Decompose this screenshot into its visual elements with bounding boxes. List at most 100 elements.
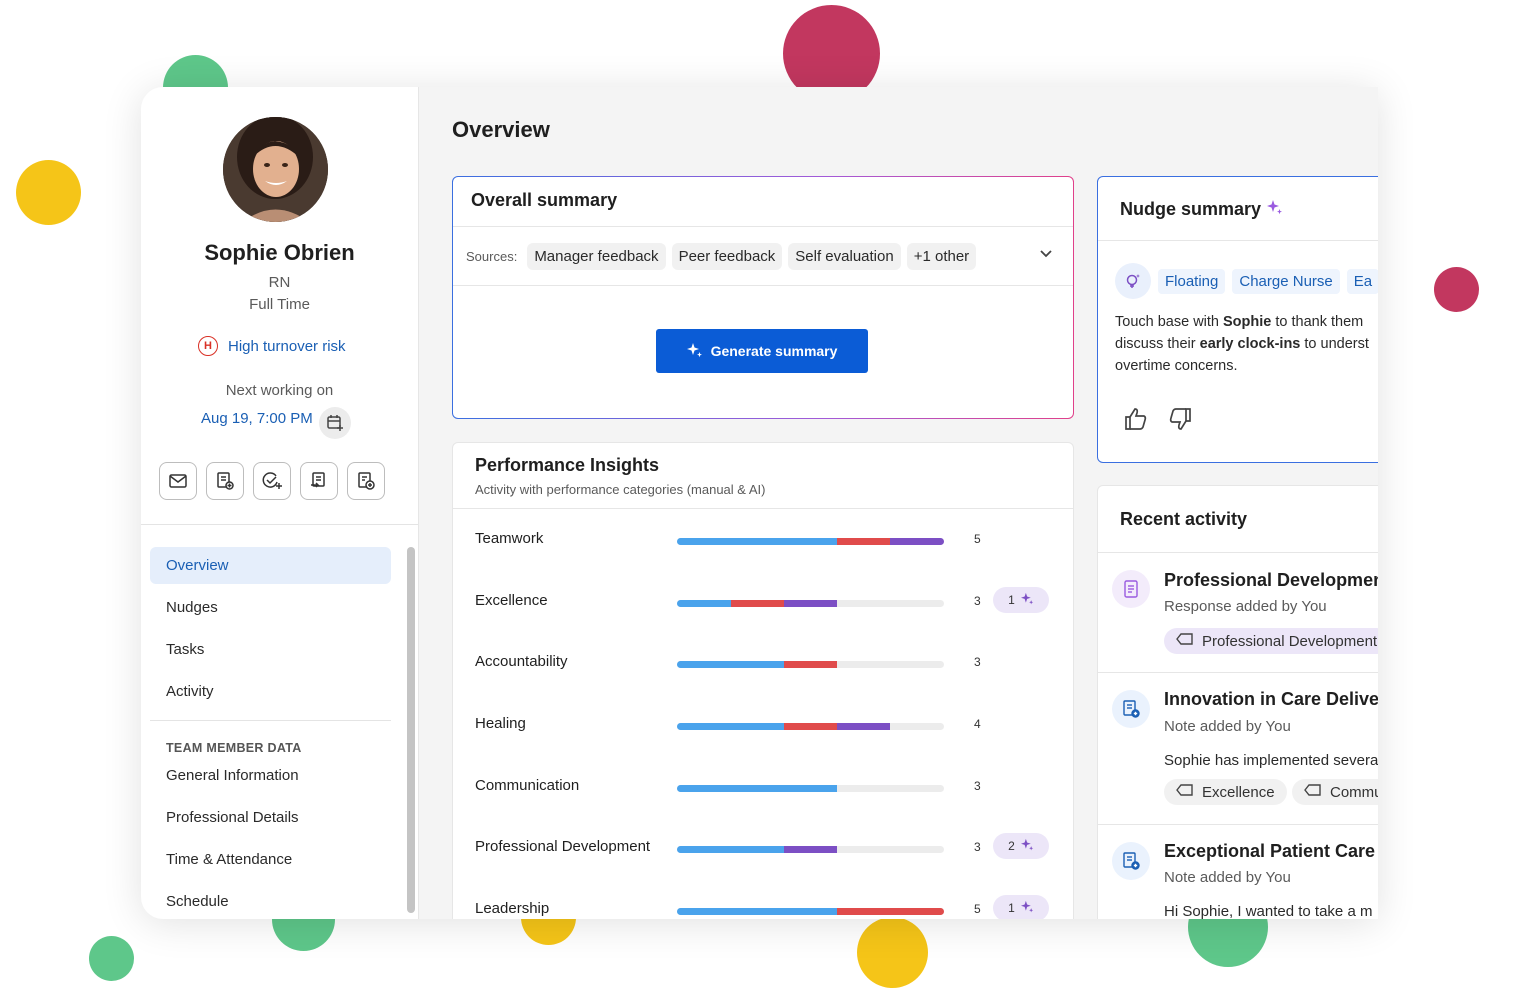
profile-name: Sophie Obrien bbox=[204, 240, 355, 265]
category-label: Professional Development bbox=[475, 838, 651, 855]
activity-meta: Response added by You bbox=[1164, 598, 1327, 615]
ai-count-badge[interactable]: 1 bbox=[993, 587, 1049, 613]
sidebar-scrollbar[interactable] bbox=[407, 547, 415, 913]
chevron-down-icon[interactable] bbox=[1039, 246, 1053, 264]
activity-meta: Note added by You bbox=[1164, 869, 1291, 886]
tag-icon bbox=[1304, 783, 1322, 801]
section-heading: TEAM MEMBER DATA bbox=[166, 741, 302, 755]
document-icon bbox=[1112, 570, 1150, 608]
generate-summary-label: Generate summary bbox=[710, 343, 838, 359]
thumbs-down-icon[interactable] bbox=[1168, 407, 1192, 436]
nav-item-nudges[interactable]: Nudges bbox=[150, 589, 391, 626]
source-chip: Manager feedback bbox=[527, 242, 666, 270]
feedback-buttons bbox=[1124, 407, 1192, 436]
nav-item-schedule[interactable]: Schedule bbox=[150, 891, 391, 919]
next-working-label: Next working on bbox=[225, 382, 334, 399]
nudge-tag[interactable]: Ea bbox=[1346, 268, 1378, 294]
risk-badge-icon: H bbox=[198, 336, 218, 356]
activity-item[interactable]: Exceptional Patient Care Note added by Y… bbox=[1098, 824, 1378, 919]
performance-insights-card: Performance Insights Activity with perfo… bbox=[452, 442, 1074, 919]
nudge-tags: Floating Charge Nurse Ea bbox=[1115, 263, 1378, 299]
thumbs-up-icon[interactable] bbox=[1124, 407, 1148, 436]
category-label: Teamwork bbox=[475, 530, 544, 547]
category-bar bbox=[677, 600, 944, 607]
avatar bbox=[223, 117, 328, 222]
ai-count-badge[interactable]: 1 bbox=[993, 895, 1049, 919]
calendar-add-icon[interactable] bbox=[319, 407, 351, 439]
performance-row[interactable]: Leadership 5 1 bbox=[453, 894, 1075, 919]
category-count: 3 bbox=[974, 840, 981, 854]
nav-item-activity[interactable]: Activity bbox=[150, 673, 391, 710]
performance-row[interactable]: Professional Development 3 2 bbox=[453, 832, 1075, 862]
performance-subtitle: Activity with performance categories (ma… bbox=[475, 482, 766, 497]
category-label: Accountability bbox=[475, 653, 568, 670]
nav-item-professional-details[interactable]: Professional Details bbox=[150, 807, 391, 849]
nav-item-time-attendance[interactable]: Time & Attendance bbox=[150, 849, 391, 891]
category-chip[interactable]: Excellence bbox=[1164, 779, 1287, 805]
category-bar bbox=[677, 908, 944, 915]
category-bar bbox=[677, 661, 944, 668]
decor-dot-yellow bbox=[857, 917, 928, 988]
nav-item-general-information[interactable]: General Information bbox=[150, 765, 391, 807]
activity-item[interactable]: Innovation in Care Delivery Note added b… bbox=[1098, 672, 1378, 825]
note-icon bbox=[1112, 690, 1150, 728]
sidebar-nav: Overview Nudges Tasks Activity TEAM MEMB… bbox=[150, 547, 391, 919]
category-chip[interactable]: Professional Development bbox=[1164, 628, 1378, 654]
performance-row[interactable]: Excellence 3 1 bbox=[453, 586, 1075, 616]
divider bbox=[150, 720, 391, 721]
sparkle-icon bbox=[1020, 900, 1034, 916]
recent-activity-card: Recent activity Professional Development… bbox=[1097, 485, 1378, 919]
category-count: 3 bbox=[974, 594, 981, 608]
ai-count-badge[interactable]: 2 bbox=[993, 833, 1049, 859]
category-bar bbox=[677, 785, 944, 792]
activity-body: Sophie has implemented severa bbox=[1164, 752, 1378, 769]
turnover-risk-link[interactable]: H High turnover risk bbox=[198, 336, 346, 356]
nudge-tag[interactable]: Charge Nurse bbox=[1232, 268, 1340, 294]
category-count: 3 bbox=[974, 655, 981, 669]
category-label: Healing bbox=[475, 715, 526, 732]
category-count: 4 bbox=[974, 717, 981, 731]
nudge-summary-card: Nudge summary Floating Charge Nurse Ea T… bbox=[1097, 176, 1378, 463]
add-task-icon[interactable] bbox=[253, 462, 291, 500]
source-chip: Self evaluation bbox=[788, 242, 901, 270]
nudge-tag[interactable]: Floating bbox=[1158, 268, 1226, 294]
note-icon bbox=[1112, 842, 1150, 880]
performance-title: Performance Insights bbox=[475, 455, 660, 475]
sparkle-icon bbox=[686, 342, 703, 361]
nudge-message: Touch base with Sophie to thank them dis… bbox=[1115, 314, 1369, 374]
activity-item[interactable]: Professional Development ( Response adde… bbox=[1098, 552, 1378, 673]
nudge-bulb-icon bbox=[1115, 263, 1151, 299]
next-working-date[interactable]: Aug 19, 7:00 PM bbox=[201, 410, 313, 427]
category-chip[interactable]: Commu bbox=[1292, 779, 1378, 805]
performance-row[interactable]: Teamwork 5 bbox=[453, 524, 1075, 554]
app-window: Sophie Obrien RN Full Time H High turnov… bbox=[141, 87, 1378, 919]
generate-summary-button[interactable]: Generate summary bbox=[656, 329, 868, 373]
nav-item-overview[interactable]: Overview bbox=[150, 547, 391, 584]
summary-title: Overall summary bbox=[453, 177, 1073, 227]
sparkle-icon bbox=[1020, 592, 1034, 608]
email-icon[interactable] bbox=[159, 462, 197, 500]
category-label: Excellence bbox=[475, 592, 548, 609]
activity-title: Professional Development ( bbox=[1164, 570, 1378, 590]
activity-title: Innovation in Care Delivery bbox=[1164, 689, 1378, 709]
risk-label: High turnover risk bbox=[228, 337, 346, 355]
tag-icon bbox=[1176, 632, 1194, 650]
tag-icon bbox=[1176, 783, 1194, 801]
sources-row[interactable]: Sources: Manager feedback Peer feedback … bbox=[453, 227, 1073, 286]
sources-label: Sources: bbox=[466, 248, 518, 264]
performance-row[interactable]: Healing 4 bbox=[453, 709, 1075, 739]
category-bar bbox=[677, 723, 944, 730]
add-note-icon[interactable] bbox=[206, 462, 244, 500]
performance-row[interactable]: Accountability 3 bbox=[453, 647, 1075, 677]
profile-role: RN bbox=[268, 274, 291, 291]
activity-meta: Note added by You bbox=[1164, 718, 1291, 735]
add-feedback-icon[interactable] bbox=[300, 462, 338, 500]
nav-item-tasks[interactable]: Tasks bbox=[150, 631, 391, 668]
add-record-icon[interactable] bbox=[347, 462, 385, 500]
source-chip: Peer feedback bbox=[671, 242, 783, 270]
decor-dot-crimson bbox=[1434, 267, 1479, 312]
recent-activity-title: Recent activity bbox=[1098, 486, 1378, 553]
activity-body: Hi Sophie, I wanted to take a m bbox=[1164, 903, 1373, 919]
decor-dot-yellow bbox=[16, 160, 81, 225]
performance-row[interactable]: Communication 3 bbox=[453, 771, 1075, 801]
